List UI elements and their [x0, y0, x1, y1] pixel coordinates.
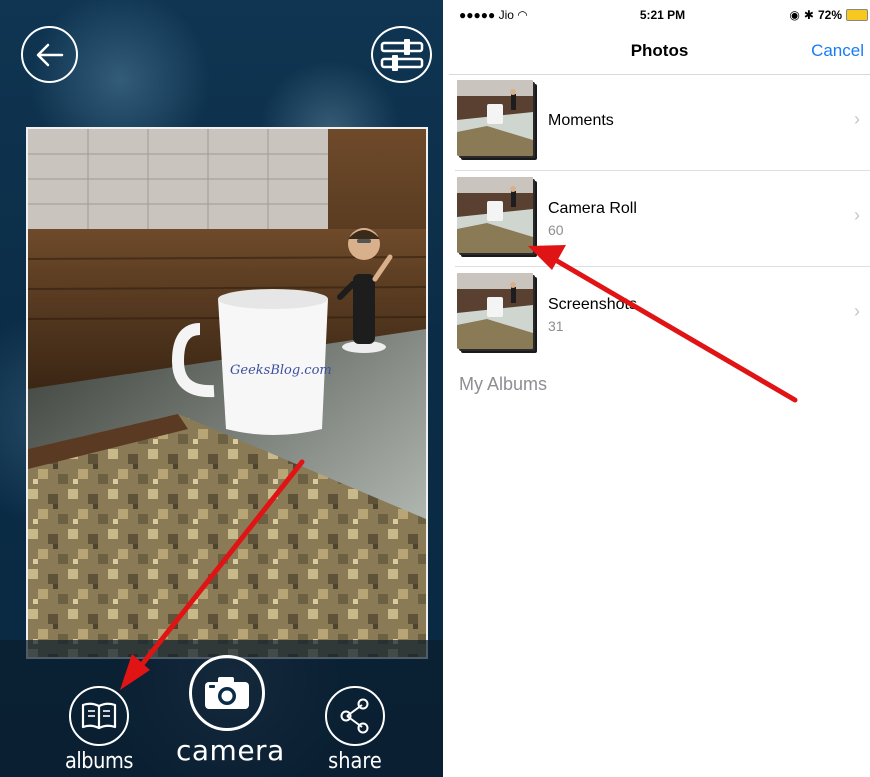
- camera-app-screen: GeeksBlog.com albums camera share: [0, 0, 443, 777]
- album-name: Camera Roll: [548, 200, 637, 217]
- camera-circle[interactable]: [189, 655, 265, 731]
- chevron-right-icon: ›: [854, 205, 860, 225]
- bluetooth-icon: ✱: [803, 8, 814, 22]
- album-count: 60: [548, 222, 564, 238]
- chevron-right-icon: ›: [854, 301, 860, 321]
- navigation-bar: Photos Cancel: [449, 28, 870, 75]
- albums-circle[interactable]: [69, 686, 129, 746]
- albums-label: albums: [64, 749, 134, 774]
- status-bar: ●●●●● Jio ◠ 5:21 PM ◉ ✱ 72%: [455, 6, 870, 26]
- status-right: ◉ ✱ 72%: [789, 8, 868, 22]
- section-header-my-albums: My Albums: [459, 374, 548, 394]
- photo-preview: GeeksBlog.com: [26, 127, 428, 659]
- chevron-right-icon: ›: [854, 109, 860, 129]
- album-row-screenshots[interactable]: Screenshots 31 ›: [449, 267, 870, 363]
- photos-picker-screen: ●●●●● Jio ◠ 5:21 PM ◉ ✱ 72% Photos Cance…: [443, 0, 870, 777]
- share-circle[interactable]: [325, 686, 385, 746]
- album-thumbnail: [457, 273, 533, 349]
- battery-icon: [846, 9, 868, 21]
- sliders-icon: [380, 38, 423, 71]
- photo-image: GeeksBlog.com: [28, 129, 426, 657]
- back-arrow-icon: [36, 43, 63, 66]
- rotation-lock-icon: ◉: [789, 8, 800, 22]
- mug-watermark: GeeksBlog.com: [230, 363, 332, 378]
- camera-button[interactable]: camera: [176, 655, 285, 767]
- album-name: Moments: [548, 112, 614, 129]
- share-label: share: [328, 749, 382, 774]
- albums-button[interactable]: albums: [60, 686, 138, 774]
- camera-icon: [205, 677, 249, 709]
- album-thumbnail: [457, 177, 533, 253]
- album-thumbnail: [457, 80, 533, 156]
- battery-percent: 72%: [817, 8, 842, 22]
- album-row-moments[interactable]: Moments ›: [449, 75, 870, 171]
- settings-button[interactable]: [371, 26, 432, 83]
- page-title: Photos: [630, 41, 689, 60]
- album-row-camera-roll[interactable]: Camera Roll 60 ›: [449, 171, 870, 267]
- album-name: Screenshots: [548, 296, 637, 313]
- share-icon: [340, 698, 369, 734]
- cancel-button[interactable]: Cancel: [811, 41, 864, 61]
- album-count: 31: [548, 318, 564, 334]
- book-icon: [81, 702, 117, 730]
- camera-label: camera: [176, 734, 285, 767]
- back-button[interactable]: [21, 26, 78, 83]
- share-button[interactable]: share: [318, 686, 392, 774]
